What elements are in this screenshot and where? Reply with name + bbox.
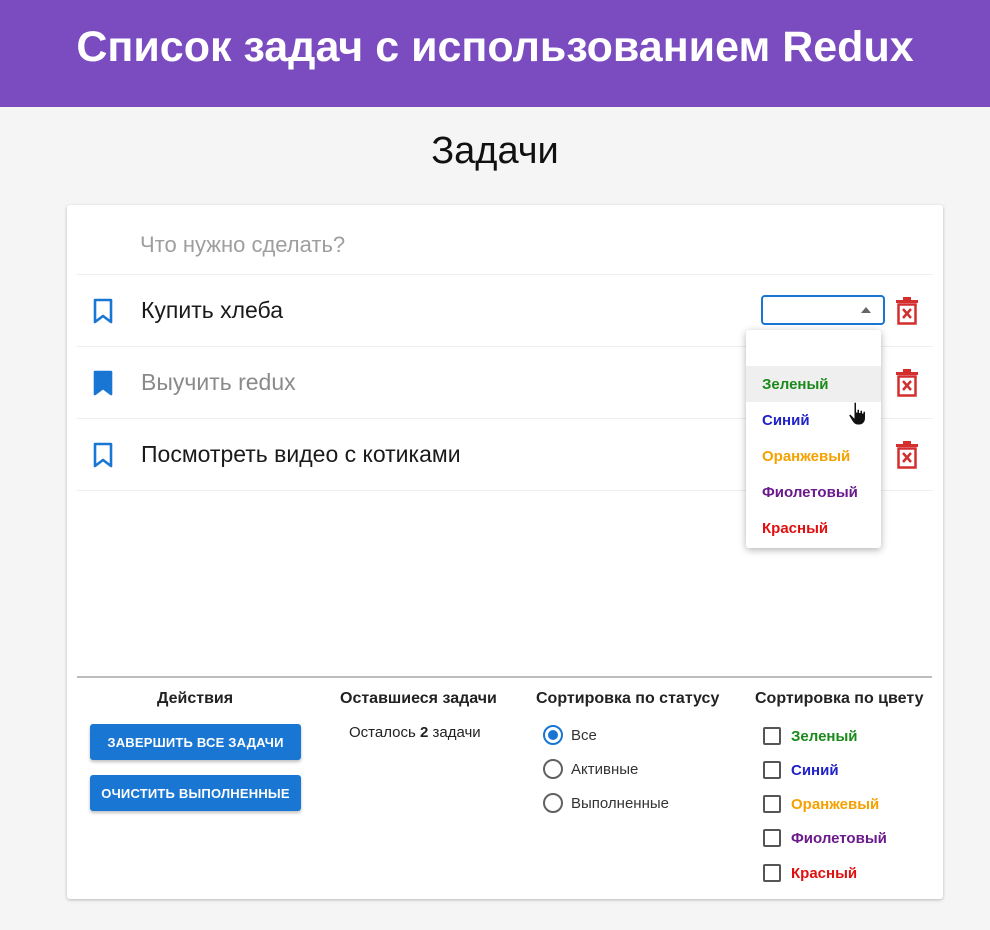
trash-x-icon[interactable]	[894, 369, 920, 397]
radio-unchecked-icon[interactable]	[543, 793, 563, 813]
bookmark-icon[interactable]	[91, 442, 115, 468]
color-filter-label: Зеленый	[791, 727, 858, 745]
todo-card: Купить хлеба Выучить redux Посмотреть	[67, 205, 943, 899]
remaining-suffix: задачи	[432, 724, 481, 741]
color-filter-label: Фиолетовый	[791, 829, 887, 847]
status-filter-heading: Сортировка по статусу	[536, 690, 720, 707]
status-filter-label: Выполненные	[571, 794, 669, 812]
trash-x-icon[interactable]	[894, 441, 920, 469]
checkbox-unchecked-icon[interactable]	[763, 795, 781, 813]
color-filter-red[interactable]: Красный	[763, 861, 857, 885]
checkbox-unchecked-icon[interactable]	[763, 727, 781, 745]
trash-x-icon[interactable]	[894, 297, 920, 325]
color-option-label: Красный	[762, 519, 829, 537]
actions-heading: Действия	[157, 690, 234, 707]
color-option-orange[interactable]: Оранжевый	[746, 438, 881, 474]
color-option-red[interactable]: Красный	[746, 510, 881, 546]
remaining-count: 2	[419, 724, 429, 741]
bookmark-icon[interactable]	[91, 298, 115, 324]
color-filter-orange[interactable]: Оранжевый	[763, 792, 879, 816]
new-todo-input[interactable]	[77, 215, 933, 275]
radio-checked-icon[interactable]	[543, 725, 563, 745]
remaining-count-text: Осталось 2 задачи	[349, 724, 481, 741]
color-filter-heading: Сортировка по цвету	[755, 690, 924, 707]
color-option-empty[interactable]	[746, 334, 881, 362]
color-option-label: Зеленый	[762, 375, 829, 393]
checkbox-unchecked-icon[interactable]	[763, 761, 781, 779]
status-filter-label: Активные	[571, 760, 639, 778]
color-option-blue[interactable]: Синий	[746, 402, 881, 438]
color-filter-blue[interactable]: Синий	[763, 758, 839, 782]
checkbox-unchecked-icon[interactable]	[763, 829, 781, 847]
status-filter-all[interactable]: Все	[543, 723, 597, 747]
status-filter-active[interactable]: Активные	[543, 757, 638, 781]
app-banner: Список задач с использованием Redux	[0, 0, 990, 107]
color-option-label: Синий	[762, 411, 810, 429]
banner-title: Список задач с использованием Redux	[76, 23, 914, 71]
color-filter-label: Красный	[791, 864, 858, 882]
status-filter-completed[interactable]: Выполненные	[543, 791, 669, 815]
color-option-purple[interactable]: Фиолетовый	[746, 474, 881, 510]
todo-color-select[interactable]	[761, 295, 885, 325]
remaining-heading: Оставшиеся задачи	[340, 690, 497, 707]
color-filter-label: Оранжевый	[791, 795, 880, 813]
caret-up-icon	[861, 307, 871, 313]
radio-unchecked-icon[interactable]	[543, 759, 563, 779]
status-filter-label: Все	[571, 726, 597, 744]
clear-completed-button[interactable]: ОЧИСТИТЬ ВЫПОЛНЕННЫЕ	[90, 775, 301, 811]
remaining-prefix: Осталось	[349, 724, 416, 741]
color-option-label: Оранжевый	[762, 447, 851, 465]
todo-text: Выучить redux	[141, 369, 296, 395]
color-filter-purple[interactable]: Фиолетовый	[763, 826, 887, 850]
color-option-green[interactable]: Зеленый	[746, 366, 881, 426]
color-filter-green[interactable]: Зеленый	[763, 724, 858, 748]
page-title: Задачи	[431, 130, 559, 172]
todo-text: Посмотреть видео с котиками	[141, 441, 461, 467]
color-dropdown-menu: Зеленый Синий Оранжевый Фиолетовый Красн…	[746, 330, 881, 548]
color-filter-label: Синий	[791, 761, 839, 779]
checkbox-unchecked-icon[interactable]	[763, 864, 781, 882]
color-option-label: Фиолетовый	[762, 483, 858, 501]
bookmark-filled-icon[interactable]	[91, 370, 115, 396]
todo-footer: Действия ЗАВЕРШИТЬ ВСЕ ЗАДАЧИ ОЧИСТИТЬ В…	[77, 676, 932, 891]
complete-all-button[interactable]: ЗАВЕРШИТЬ ВСЕ ЗАДАЧИ	[90, 724, 301, 760]
todo-text: Купить хлеба	[141, 297, 283, 323]
